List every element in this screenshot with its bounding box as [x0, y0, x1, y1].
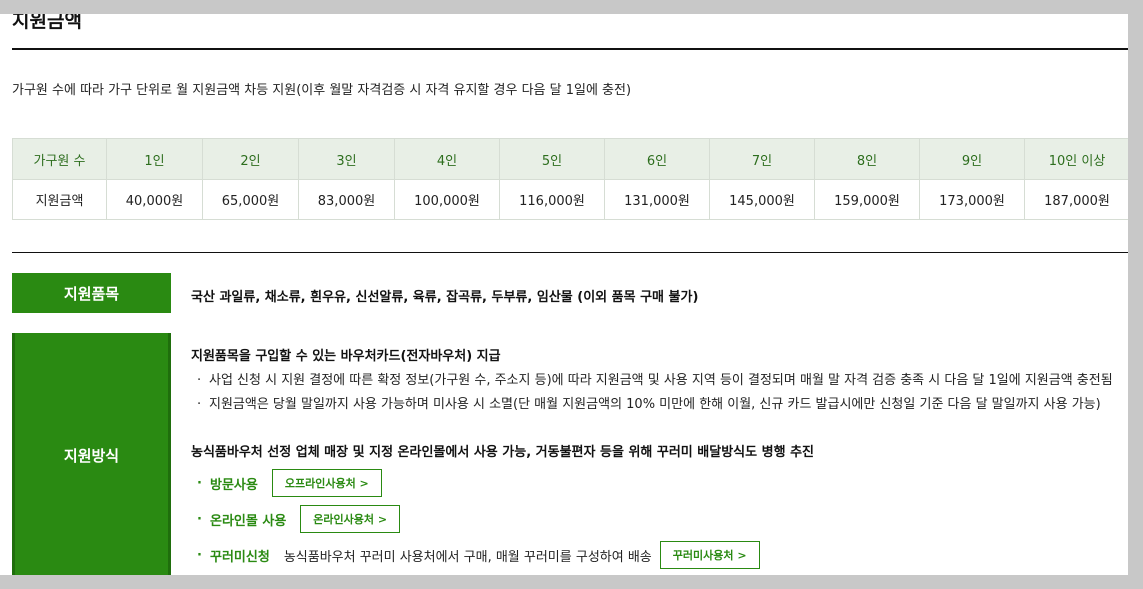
method-bullet-2: · 지원금액은 당월 말일까지 사용 가능하며 미사용 시 소멸(단 매월 지원금… — [197, 393, 1101, 412]
amount-cell-5: 116,000원 — [499, 179, 605, 220]
method-heading-usage: 농식품바우처 선정 업체 매장 및 지정 온라인몰에서 사용 가능, 거동불편자… — [191, 445, 814, 460]
offline-stores-button[interactable]: 오프라인사용처 > — [271, 469, 382, 497]
use-label-online: 온라인몰 사용 — [210, 513, 287, 529]
section-divider — [12, 252, 1128, 253]
use-desc-package: 농식품바우처 꾸러미 사용처에서 구매, 매월 꾸러미를 구성하여 배송 — [283, 549, 652, 565]
window-border-top — [0, 0, 1143, 14]
bullet-dot: · — [197, 373, 202, 388]
header-size-9: 9인 — [919, 138, 1025, 180]
use-label-visit: 방문사용 — [210, 477, 258, 493]
row-label-amount: 지원금액 — [12, 179, 107, 220]
header-size-1: 1인 — [106, 138, 203, 180]
method-heading-voucher: 지원품목을 구입할 수 있는 바우처카드(전자바우처) 지급 — [191, 349, 501, 364]
bullet-dot: · — [197, 397, 202, 412]
amount-cell-4: 100,000원 — [394, 179, 500, 220]
method-label: 지원방식 — [12, 333, 171, 577]
support-amount-section: 지원금액 가구원 수에 따라 가구 단위로 월 지원금액 차등 지원(이후 월말… — [0, 0, 1128, 589]
header-household-size: 가구원 수 — [12, 138, 107, 180]
amount-cell-7: 145,000원 — [709, 179, 815, 220]
use-row-package: · 꾸러미신청 농식품바우처 꾸러미 사용처에서 구매, 매월 꾸러미를 구성하… — [197, 541, 760, 569]
amount-table: 가구원 수 1인 2인 3인 4인 5인 6인 7인 8인 9인 10인 이상 … — [12, 138, 1128, 220]
amount-cell-8: 159,000원 — [814, 179, 920, 220]
bullet-dot: · — [197, 547, 202, 563]
header-size-10: 10인 이상 — [1024, 138, 1128, 180]
bullet-text: 사업 신청 시 지원 결정에 따른 확정 정보(가구원 수, 주소지 등)에 따… — [209, 373, 1113, 388]
header-size-6: 6인 — [604, 138, 710, 180]
amount-table-value-row: 지원금액 40,000원 65,000원 83,000원 100,000원 11… — [12, 179, 1128, 220]
header-size-8: 8인 — [814, 138, 920, 180]
header-size-3: 3인 — [298, 138, 395, 180]
bullet-dot: · — [197, 511, 202, 527]
amount-cell-10: 187,000원 — [1024, 179, 1128, 220]
use-label-package: 꾸러미신청 — [210, 549, 270, 565]
amount-cell-9: 173,000원 — [919, 179, 1025, 220]
header-size-7: 7인 — [709, 138, 815, 180]
header-size-5: 5인 — [499, 138, 605, 180]
use-row-visit: · 방문사용 오프라인사용처 > — [197, 469, 382, 497]
online-stores-button[interactable]: 온라인사용처 > — [300, 505, 401, 533]
bullet-dot: · — [197, 475, 202, 491]
header-size-2: 2인 — [202, 138, 299, 180]
package-stores-button[interactable]: 꾸러미사용처 > — [659, 541, 760, 569]
use-row-online: · 온라인몰 사용 온라인사용처 > — [197, 505, 401, 533]
amount-cell-6: 131,000원 — [604, 179, 710, 220]
amount-cell-1: 40,000원 — [106, 179, 203, 220]
bullet-text: 지원금액은 당월 말일까지 사용 가능하며 미사용 시 소멸(단 매월 지원금액… — [209, 397, 1101, 412]
items-label: 지원품목 — [12, 273, 171, 313]
window-border-right — [1128, 0, 1143, 589]
header-size-4: 4인 — [394, 138, 500, 180]
title-divider — [12, 48, 1128, 50]
amount-cell-3: 83,000원 — [298, 179, 395, 220]
items-text: 국산 과일류, 채소류, 흰우유, 신선알류, 육류, 잡곡류, 두부류, 임산… — [191, 290, 699, 305]
method-bullet-1: · 사업 신청 시 지원 결정에 따른 확정 정보(가구원 수, 주소지 등)에 … — [197, 369, 1113, 388]
amount-table-header-row: 가구원 수 1인 2인 3인 4인 5인 6인 7인 8인 9인 10인 이상 — [12, 138, 1128, 180]
window-border-bottom — [0, 575, 1143, 589]
amount-cell-2: 65,000원 — [202, 179, 299, 220]
amount-description: 가구원 수에 따라 가구 단위로 월 지원금액 차등 지원(이후 월말 자격검증… — [12, 83, 632, 98]
